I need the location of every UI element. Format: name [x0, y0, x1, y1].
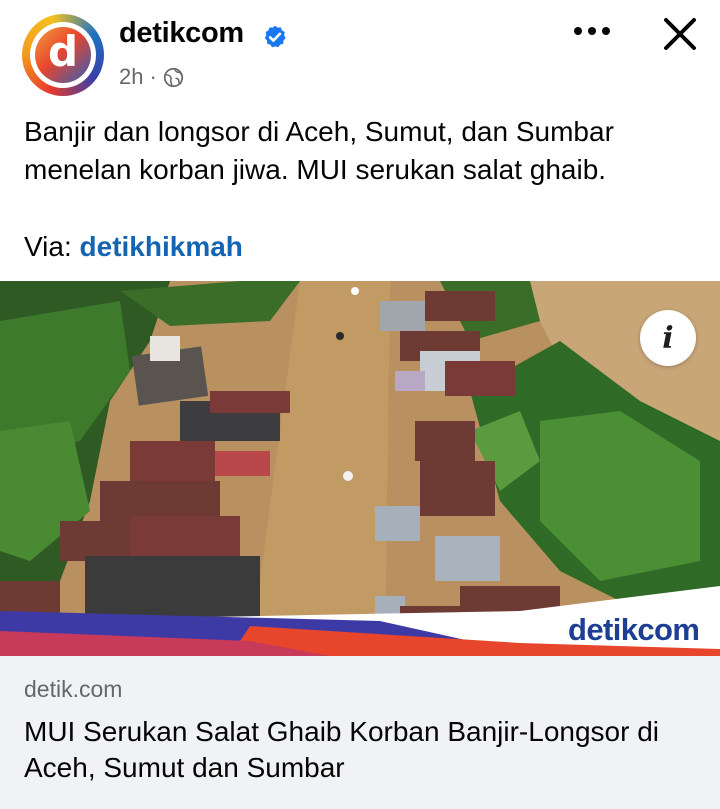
close-button[interactable] — [656, 10, 704, 58]
post-photo[interactable] — [0, 281, 720, 656]
avatar-ring: d — [30, 22, 96, 88]
meta-separator: · — [149, 64, 157, 89]
link-title[interactable]: MUI Serukan Salat Ghaib Korban Banjir-Lo… — [24, 714, 704, 786]
watermark-suffix: com — [637, 612, 700, 647]
globe-icon — [163, 67, 183, 87]
more-options-button[interactable] — [570, 16, 614, 46]
flood-aerial-image — [0, 281, 720, 656]
via-line: Via: detikhikmah — [24, 229, 243, 265]
avatar-letter: d — [47, 27, 79, 76]
link-domain: detik.com — [24, 676, 123, 702]
link-preview-card[interactable]: detik.com MUI Serukan Salat Ghaib Korban… — [0, 656, 720, 809]
page-avatar[interactable]: d — [22, 14, 104, 96]
avatar-logo: d — [35, 27, 91, 83]
post-caption: Banjir dan longsor di Aceh, Sumut, dan S… — [24, 116, 614, 185]
page-name[interactable]: detikcom — [119, 17, 244, 50]
verified-badge-icon — [264, 25, 286, 48]
watermark-prefix: detik — [568, 612, 638, 647]
post-meta: 2h · — [119, 64, 184, 90]
detikcom-watermark: detikcom — [568, 612, 700, 648]
via-link[interactable]: detikhikmah — [80, 231, 243, 262]
info-icon: i — [662, 320, 674, 356]
more-horizontal-icon — [574, 27, 610, 35]
via-label: Via: — [24, 231, 72, 262]
post-time[interactable]: 2h — [119, 64, 143, 90]
post-header: d detikcom 2h · — [0, 0, 720, 100]
close-icon — [664, 18, 696, 50]
image-info-button[interactable]: i — [640, 310, 696, 366]
